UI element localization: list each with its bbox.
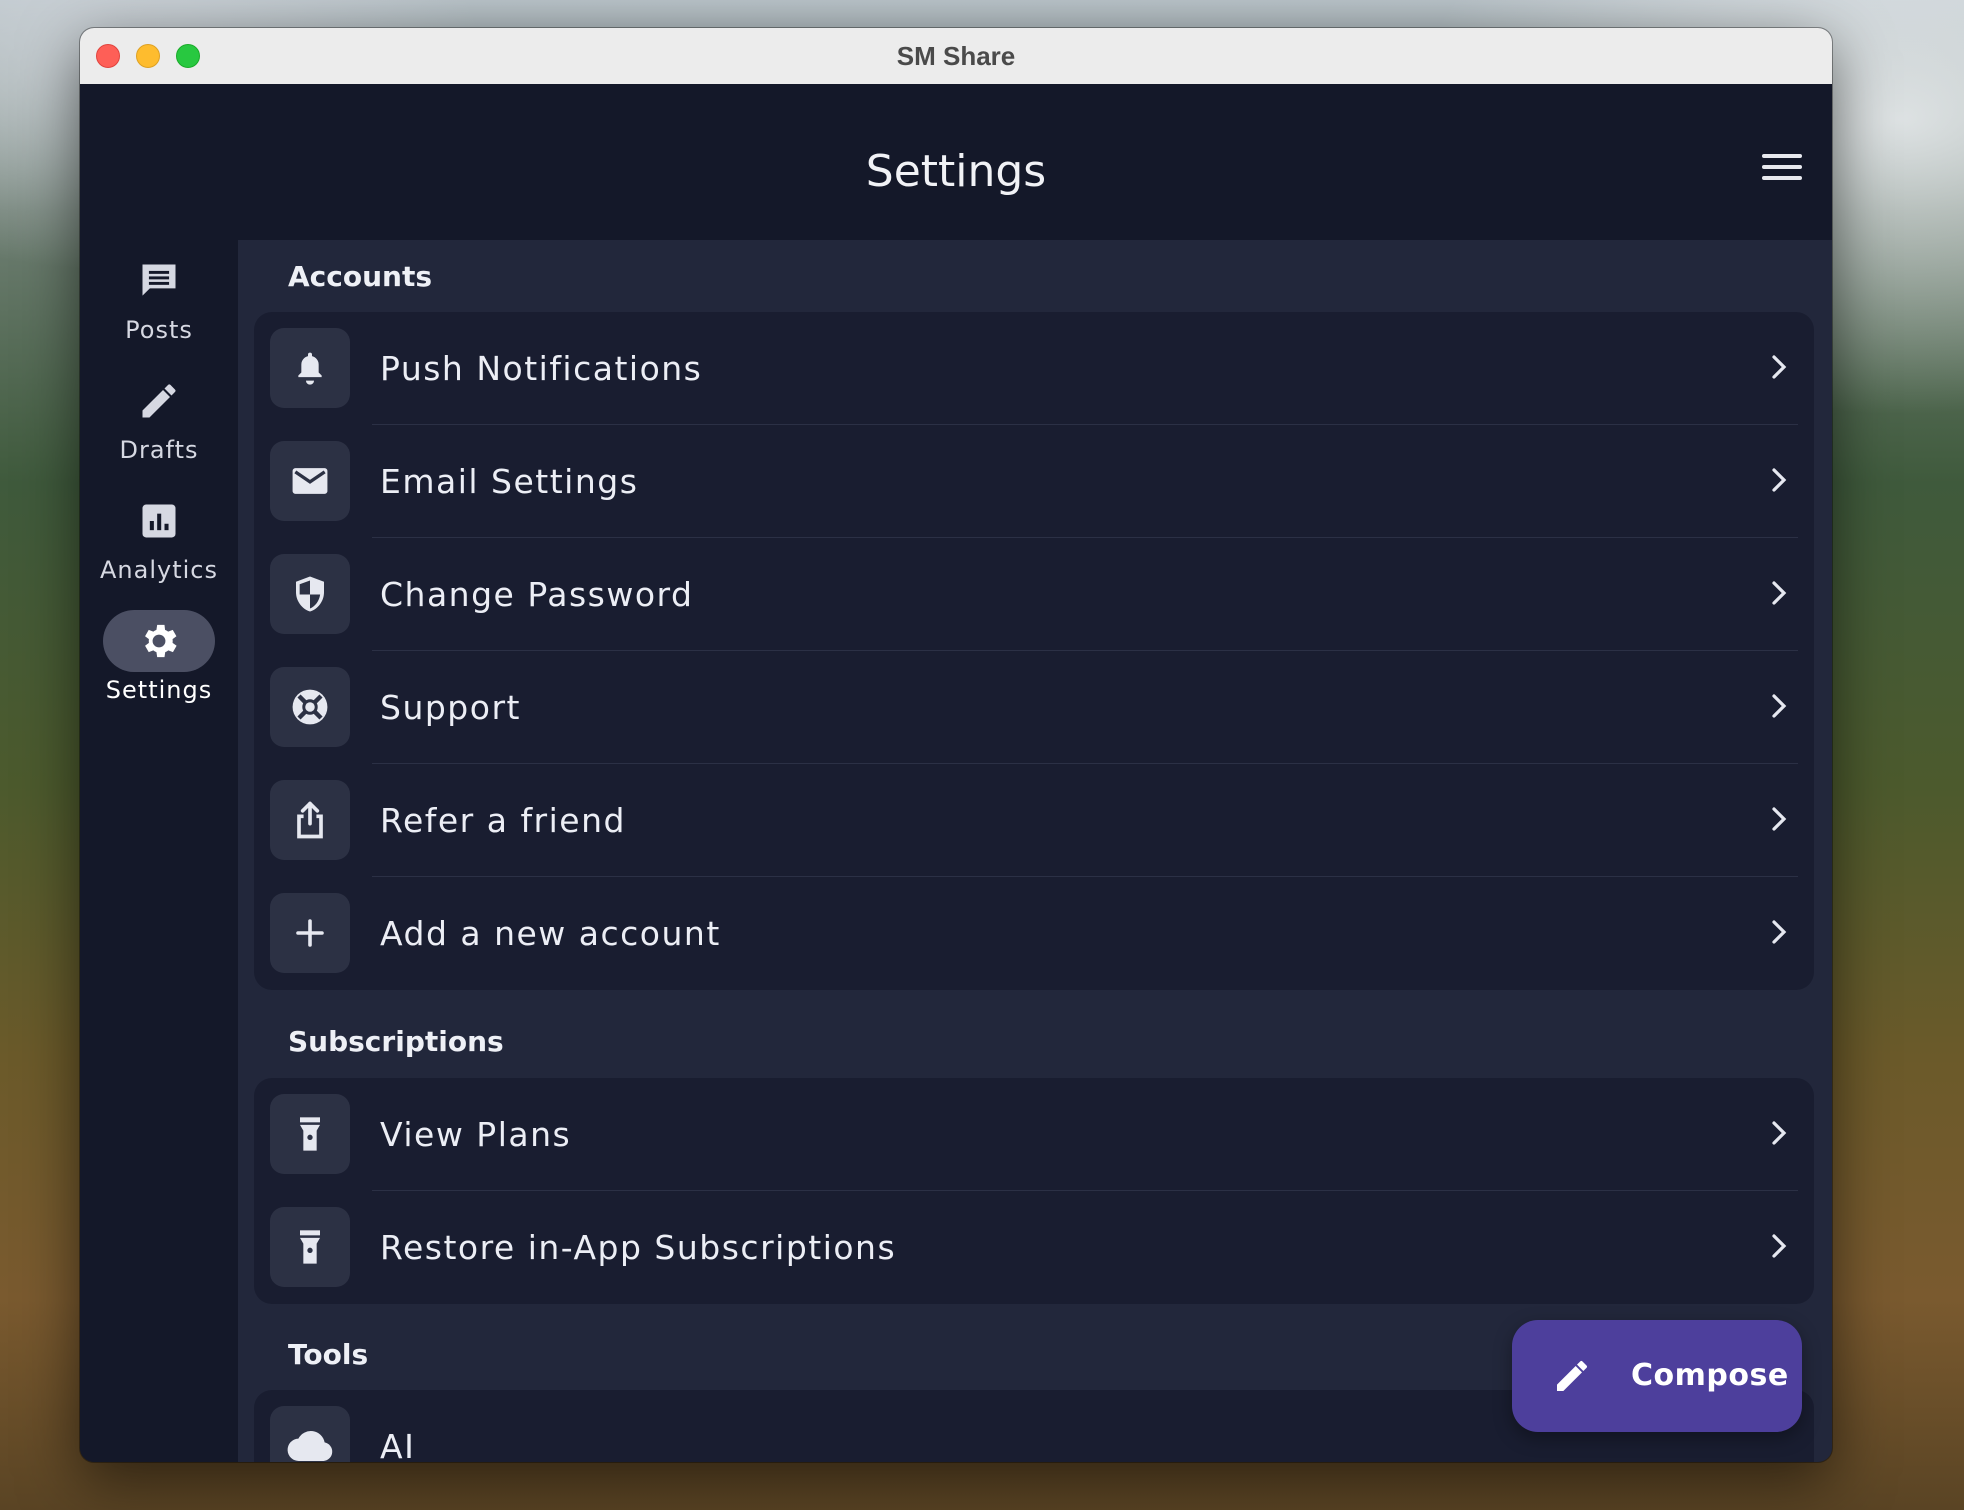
sidebar-item-label: Settings [105, 676, 213, 704]
sidebar-icon-wrap [103, 490, 215, 552]
row-label: AI [380, 1427, 416, 1462]
lifebuoy-icon [292, 689, 328, 725]
sidebar-item-label: Analytics [100, 556, 218, 584]
bell-icon [298, 352, 322, 385]
envelope-icon [292, 468, 328, 494]
cloud-icon [287, 1431, 333, 1462]
chevron-right-icon [1772, 1234, 1787, 1258]
sidebar-icon-wrap [103, 370, 215, 432]
menu-icon [1762, 154, 1802, 158]
row-restore-subscriptions[interactable]: Restore in-App Subscriptions [254, 1191, 1814, 1304]
chevron-right-icon [1772, 468, 1787, 492]
chevron-right-icon [1772, 920, 1787, 944]
compose-button[interactable]: Compose [1512, 1320, 1802, 1432]
row-label: Restore in-App Subscriptions [380, 1228, 897, 1267]
sidebar-item-label: Posts [125, 316, 193, 344]
row-view-plans[interactable]: View Plans [254, 1078, 1814, 1191]
chevron-right-icon [1772, 355, 1787, 379]
plus-icon [296, 919, 324, 947]
row-icon-box [270, 667, 350, 747]
chevron-right-icon [1772, 1121, 1787, 1145]
shield-icon [296, 576, 324, 612]
sidebar-item-drafts[interactable]: Drafts [80, 370, 238, 480]
accounts-card: Push Notifications Email Settings Change… [254, 312, 1814, 990]
row-push-notifications[interactable]: Push Notifications [254, 312, 1814, 425]
row-icon-box [270, 780, 350, 860]
row-label: Add a new account [380, 914, 721, 953]
pencil-icon [142, 384, 176, 418]
row-email-settings[interactable]: Email Settings [254, 425, 1814, 538]
flashlight-icon [300, 1117, 320, 1151]
share-icon [297, 801, 323, 839]
sidebar-item-analytics[interactable]: Analytics [80, 490, 238, 600]
message-icon [142, 264, 176, 296]
row-label: Push Notifications [380, 349, 703, 388]
section-title-subscriptions: Subscriptions [288, 1025, 504, 1058]
row-label: Support [380, 688, 521, 727]
sidebar-icon-wrap [103, 610, 215, 672]
gear-icon [145, 624, 177, 658]
row-add-new-account[interactable]: Add a new account [254, 877, 1814, 990]
chevron-right-icon [1772, 694, 1787, 718]
chart-icon [142, 504, 176, 538]
row-label: View Plans [380, 1115, 572, 1154]
app-header: Settings [80, 84, 1832, 240]
row-icon-box [270, 441, 350, 521]
menu-icon-line [1762, 165, 1802, 169]
chevron-right-icon [1772, 807, 1787, 831]
row-label: Refer a friend [380, 801, 626, 840]
row-icon-box [270, 893, 350, 973]
app-window: SM Share Settings Posts Drafts Analytics… [80, 28, 1832, 1462]
row-label: Change Password [380, 575, 694, 614]
row-support[interactable]: Support [254, 651, 1814, 764]
page-title: Settings [865, 146, 1047, 197]
flashlight-icon [300, 1230, 320, 1264]
sidebar-icon-wrap [103, 250, 215, 312]
chevron-right-icon [1772, 581, 1787, 605]
row-icon-box [270, 1207, 350, 1287]
sidebar-item-label: Drafts [119, 436, 199, 464]
row-icon-box [270, 1406, 350, 1462]
title-bar: SM Share [80, 28, 1832, 85]
menu-icon-line [1762, 176, 1802, 180]
row-label: Email Settings [380, 462, 639, 501]
sidebar: Posts Drafts Analytics Settings [80, 240, 238, 1462]
compose-label: Compose [1631, 1358, 1789, 1393]
subscriptions-card: View Plans Restore in-App Subscriptions [254, 1078, 1814, 1304]
window-title: SM Share [896, 41, 1016, 71]
pencil-icon [1557, 1361, 1587, 1391]
hamburger-menu-button[interactable] [1762, 154, 1802, 188]
settings-content[interactable]: Accounts Push Notifications Email Settin… [238, 240, 1832, 1462]
sidebar-item-posts[interactable]: Posts [80, 250, 238, 360]
row-icon-box [270, 1094, 350, 1174]
row-change-password[interactable]: Change Password [254, 538, 1814, 651]
row-icon-box [270, 554, 350, 634]
row-refer-a-friend[interactable]: Refer a friend [254, 764, 1814, 877]
section-title-tools: Tools [288, 1338, 369, 1371]
row-icon-box [270, 328, 350, 408]
sidebar-item-settings[interactable]: Settings [80, 610, 238, 720]
section-title-accounts: Accounts [288, 260, 433, 293]
